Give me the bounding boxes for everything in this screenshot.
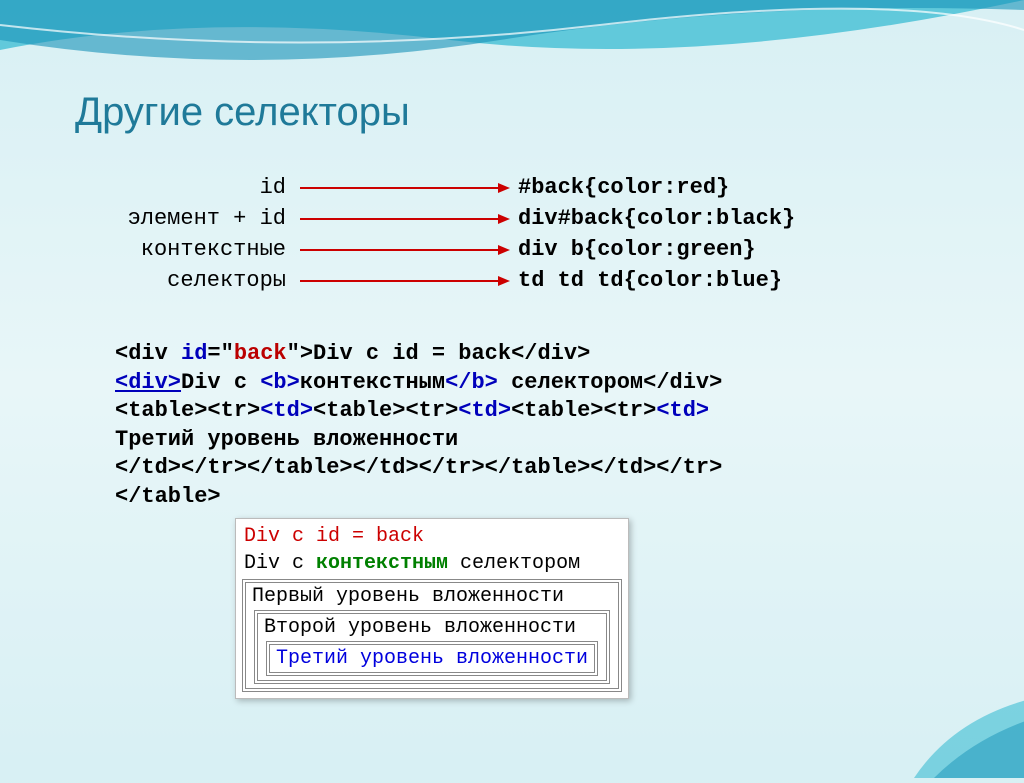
html-code-sample: <div id="back">Div с id = back</div> <di…: [115, 340, 722, 512]
mapping-label: элемент + id: [0, 206, 300, 231]
decorative-wave-top: [0, 0, 1024, 90]
arrow-icon: [300, 240, 510, 260]
nested-table-2: Второй уровень вложенности Третий уровен…: [254, 610, 610, 684]
decorative-wave-corner: [914, 658, 1024, 778]
code-line: </td></tr></table></td></tr></table></td…: [115, 454, 722, 483]
mapping-row: селекторы td td td{color:blue}: [0, 265, 1024, 296]
nested-table-1: Первый уровень вложенности Второй уровен…: [242, 579, 622, 692]
result-line-context: Div с контекстным селектором: [240, 550, 624, 577]
mapping-rule: div#back{color:black}: [510, 206, 795, 231]
code-line: <table><tr><td><table><tr><td><table><tr…: [115, 397, 722, 426]
code-line: </table>: [115, 483, 722, 512]
arrow-icon: [300, 209, 510, 229]
mapping-row: элемент + id div#back{color:black}: [0, 203, 1024, 234]
arrow-icon: [300, 178, 510, 198]
code-line: <div>Div с <b>контекстным</b> селектором…: [115, 369, 722, 398]
code-line: Третий уровень вложенности: [115, 426, 722, 455]
mapping-row: контекстные div b{color:green}: [0, 234, 1024, 265]
mapping-row: id #back{color:red}: [0, 172, 1024, 203]
nest-level-3-text: Третий уровень вложенности: [269, 644, 595, 673]
mapping-rule: td td td{color:blue}: [510, 268, 782, 293]
mapping-rule: #back{color:red}: [510, 175, 729, 200]
mapping-label: контекстные: [0, 237, 300, 262]
slide-title: Другие селекторы: [75, 90, 410, 135]
nest-level-1-text: Первый уровень вложенности: [252, 585, 564, 608]
rendered-result-box: Div с id = back Div с контекстным селект…: [235, 518, 629, 699]
mapping-label: id: [0, 175, 300, 200]
nest-level-2-text: Второй уровень вложенности: [264, 616, 576, 639]
code-line: <div id="back">Div с id = back</div>: [115, 340, 722, 369]
result-line-id: Div с id = back: [240, 523, 624, 550]
nested-table-3: Третий уровень вложенности: [266, 641, 598, 676]
selector-mapping-block: id #back{color:red} элемент + id div#bac…: [0, 172, 1024, 296]
arrow-icon: [300, 271, 510, 291]
mapping-rule: div b{color:green}: [510, 237, 756, 262]
mapping-label: селекторы: [0, 268, 300, 293]
